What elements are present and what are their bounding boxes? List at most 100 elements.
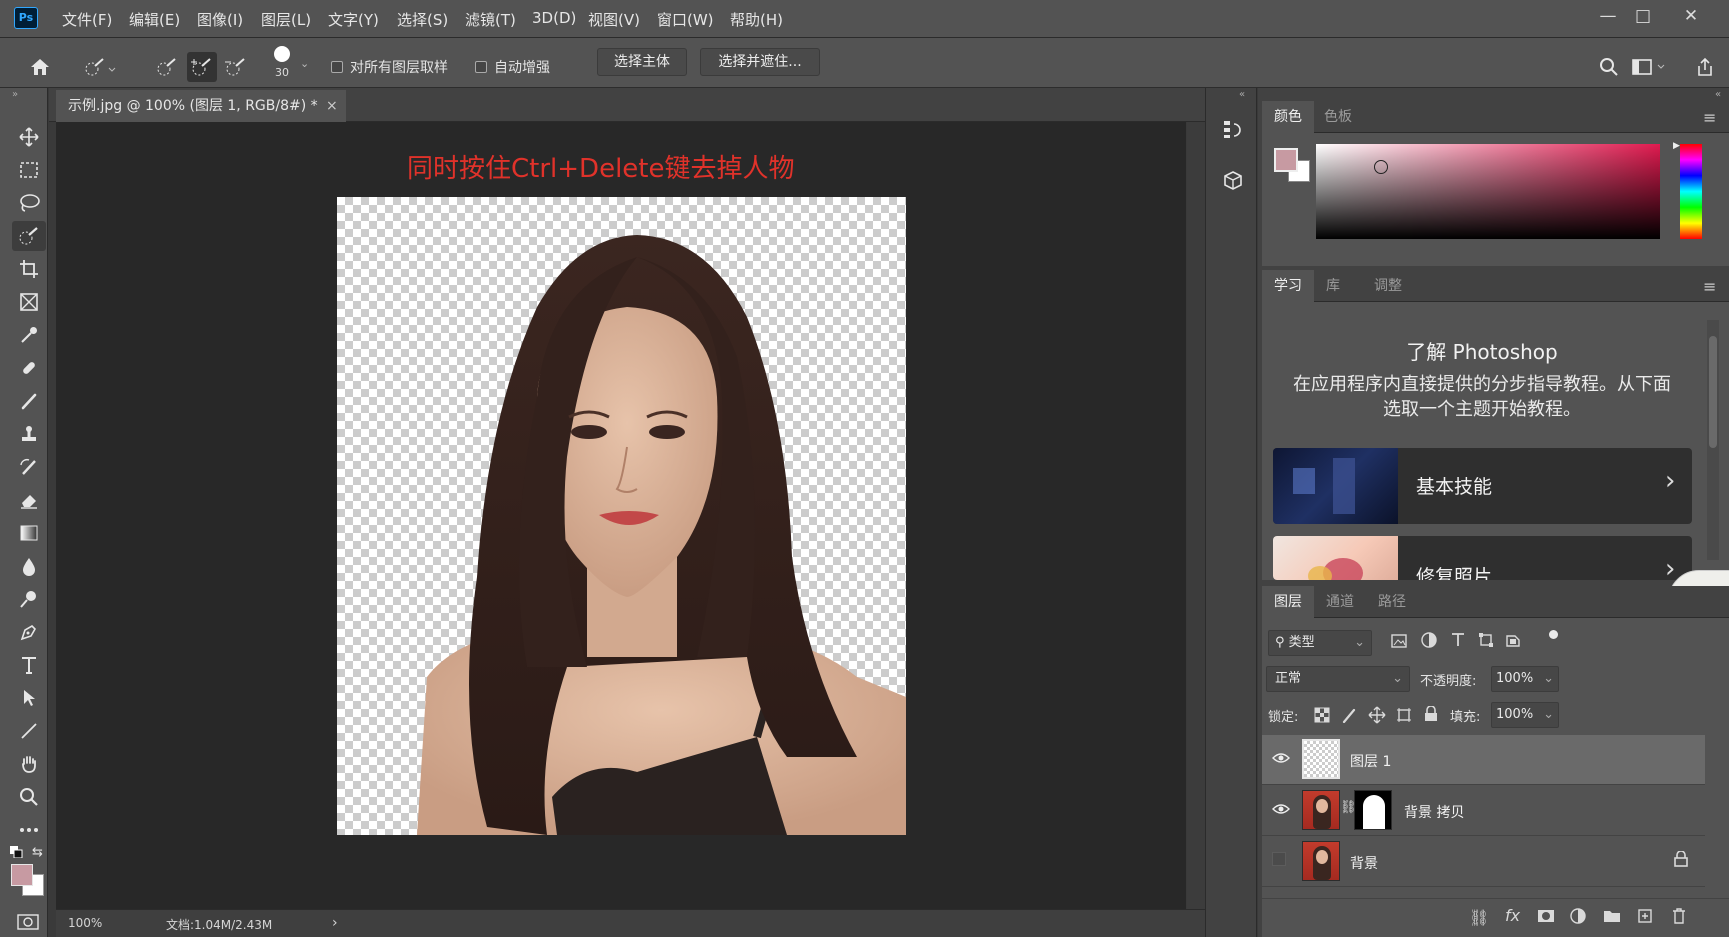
zoom-tool-icon[interactable] (12, 782, 46, 812)
auto-enhance-checkbox[interactable]: 自动增强 (475, 57, 550, 77)
gradient-tool-icon[interactable] (12, 518, 46, 548)
lock-transparent-pixels-icon[interactable] (1314, 707, 1330, 727)
tab-paths[interactable]: 路径 (1366, 586, 1418, 618)
lasso-tool-icon[interactable] (12, 188, 46, 218)
brush-size-picker[interactable]: 30 (270, 46, 294, 80)
foreground-color-swatch[interactable] (11, 864, 33, 886)
menu-window[interactable]: 窗口(W) (657, 9, 714, 30)
close-tab-icon[interactable]: × (326, 90, 338, 122)
tab-swatches[interactable]: 色板 (1312, 101, 1364, 133)
learn-card-repair-photos[interactable]: 修复照片 › (1273, 536, 1692, 580)
eraser-tool-icon[interactable] (12, 485, 46, 515)
layer-mask-thumbnail[interactable] (1354, 790, 1392, 830)
hand-tool-icon[interactable] (12, 749, 46, 779)
type-tool-icon[interactable] (12, 650, 46, 680)
menu-filter[interactable]: 滤镜(T) (465, 9, 516, 30)
home-icon[interactable] (25, 52, 55, 82)
swap-colors-icon[interactable]: ⇆ (32, 845, 43, 860)
visibility-eye-icon[interactable] (1272, 801, 1290, 819)
brush-tool-icon[interactable] (12, 386, 46, 416)
3d-panel-icon[interactable] (1222, 170, 1244, 196)
layer-style-icon[interactable]: fx (1505, 906, 1520, 925)
maximize-button[interactable]: □ (1628, 4, 1658, 28)
add-mask-icon[interactable] (1537, 909, 1555, 927)
collapse-dock-icon[interactable]: « (1239, 89, 1245, 100)
tab-learn[interactable]: 学习 (1262, 270, 1314, 302)
menu-file[interactable]: 文件(F) (62, 9, 112, 30)
tab-channels[interactable]: 通道 (1314, 586, 1366, 618)
sample-all-layers-checkbox[interactable]: 对所有图层取样 (331, 57, 448, 77)
menu-type[interactable]: 文字(Y) (328, 9, 379, 30)
healing-brush-tool-icon[interactable] (12, 353, 46, 383)
layer-row-layer-1[interactable]: 图层 1 (1262, 735, 1705, 785)
layer-name[interactable]: 图层 1 (1350, 751, 1391, 771)
history-brush-tool-icon[interactable] (12, 452, 46, 482)
menu-image[interactable]: 图像(I) (197, 9, 243, 30)
collapse-panels-icon[interactable]: « (1715, 89, 1721, 100)
filter-pixel-icon[interactable] (1391, 633, 1407, 652)
quick-selection-tool-icon[interactable] (12, 221, 46, 251)
blur-tool-icon[interactable] (12, 551, 46, 581)
lock-position-icon[interactable] (1368, 706, 1386, 728)
share-icon[interactable] (1690, 52, 1720, 82)
menu-3d[interactable]: 3D(D) (532, 9, 576, 27)
more-tools-icon[interactable] (12, 815, 46, 845)
tab-libraries[interactable]: 库 (1314, 270, 1352, 302)
line-tool-icon[interactable] (12, 716, 46, 746)
blend-mode-select[interactable]: 正常 ⌄ (1266, 666, 1410, 692)
menu-help[interactable]: 帮助(H) (730, 9, 783, 30)
tab-color[interactable]: 颜色 (1262, 101, 1314, 133)
chevron-down-icon[interactable]: ⌄ (300, 57, 309, 70)
filter-smart-object-icon[interactable] (1505, 632, 1521, 652)
learn-card-basic-skills[interactable]: 基本技能 › (1273, 448, 1692, 524)
hue-slider[interactable] (1680, 144, 1702, 239)
menu-select[interactable]: 选择(S) (397, 9, 448, 30)
path-selection-tool-icon[interactable] (12, 683, 46, 713)
color-picker-cursor[interactable] (1374, 160, 1388, 174)
collapse-toolbar-icon[interactable]: » (12, 89, 18, 100)
tab-adjustments[interactable]: 调整 (1362, 270, 1414, 302)
link-layers-icon[interactable]: ⛓ (1469, 908, 1489, 927)
marquee-tool-icon[interactable] (12, 155, 46, 185)
document-tab[interactable]: 示例.jpg @ 100% (图层 1, RGB/8#) * × (56, 90, 346, 122)
panel-menu-icon[interactable]: ≡ (1703, 108, 1716, 127)
dodge-tool-icon[interactable] (12, 584, 46, 614)
canvas-image[interactable] (337, 197, 906, 835)
history-panel-icon[interactable] (1222, 118, 1244, 144)
default-colors-icon[interactable] (10, 846, 24, 862)
eyedropper-tool-icon[interactable] (12, 320, 46, 350)
close-window-button[interactable]: ✕ (1676, 4, 1706, 28)
filter-adjustment-icon[interactable] (1421, 632, 1437, 652)
layer-name[interactable]: 背景 拷贝 (1404, 802, 1464, 822)
vertical-scrollbar[interactable] (1187, 122, 1205, 909)
status-menu-arrow-icon[interactable]: › (332, 915, 338, 931)
new-layer-icon[interactable] (1637, 907, 1653, 928)
workspace-switcher-icon[interactable] (1630, 52, 1670, 82)
new-adjustment-layer-icon[interactable] (1570, 908, 1586, 928)
color-field[interactable] (1316, 144, 1660, 239)
menu-layer[interactable]: 图层(L) (261, 9, 311, 30)
filter-type-icon[interactable] (1450, 631, 1466, 651)
foreground-color-chip[interactable] (1274, 148, 1298, 172)
subtract-from-selection-brush-icon[interactable] (221, 52, 251, 82)
select-subject-button[interactable]: 选择主体 (597, 48, 687, 76)
opacity-field[interactable]: 100% ⌄ (1491, 666, 1559, 692)
layer-name[interactable]: 背景 (1350, 853, 1378, 873)
crop-tool-icon[interactable] (12, 254, 46, 284)
panel-menu-icon[interactable]: ≡ (1703, 277, 1716, 296)
tool-preset-picker[interactable] (78, 52, 122, 82)
pen-tool-icon[interactable] (12, 617, 46, 647)
lock-image-pixels-icon[interactable] (1342, 707, 1358, 727)
filter-shape-icon[interactable] (1478, 632, 1494, 652)
visibility-toggle-off[interactable] (1272, 852, 1286, 866)
layer-row-background-copy[interactable]: ⛓ 背景 拷贝 (1262, 786, 1705, 836)
select-and-mask-button[interactable]: 选择并遮住... (700, 48, 820, 76)
add-to-selection-brush-icon[interactable] (187, 52, 217, 82)
zoom-level[interactable]: 100% (68, 916, 102, 930)
lock-all-icon[interactable] (1424, 705, 1438, 726)
learn-scrollbar[interactable] (1707, 320, 1719, 560)
menu-view[interactable]: 视图(V) (588, 9, 640, 30)
tab-layers[interactable]: 图层 (1262, 586, 1314, 618)
visibility-eye-icon[interactable] (1272, 750, 1290, 768)
filter-toggle-icon[interactable] (1549, 630, 1558, 639)
